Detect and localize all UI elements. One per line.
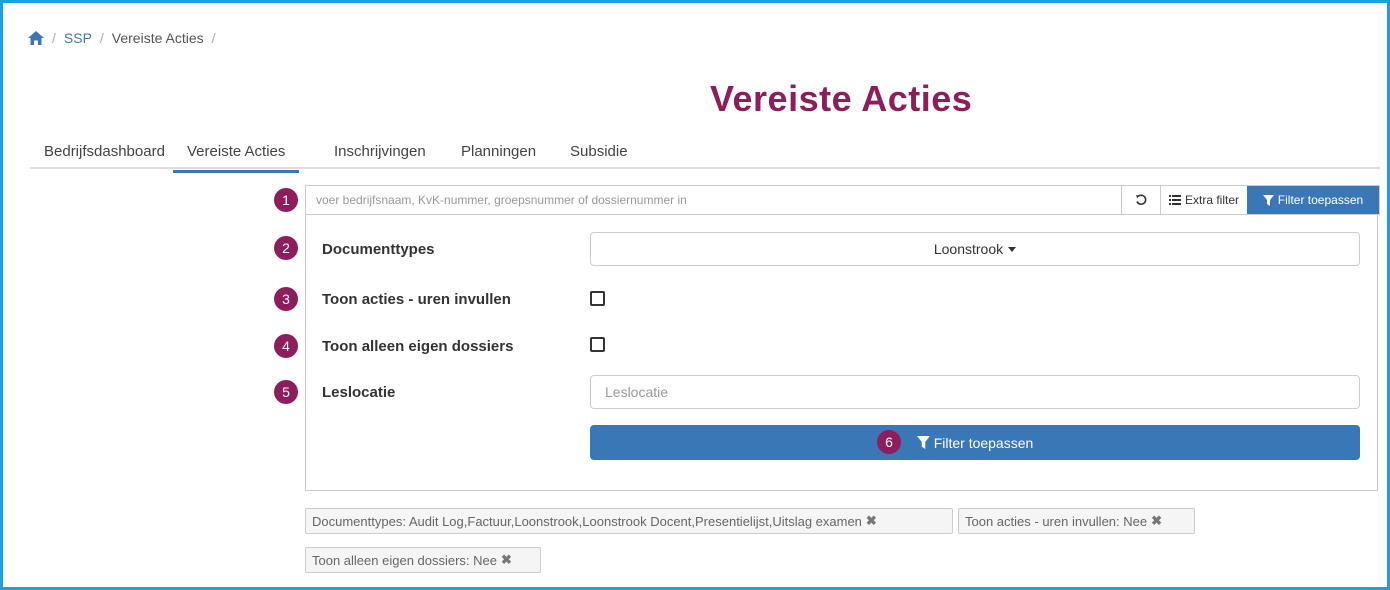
chip-text: Toon acties - uren invullen: Nee (965, 513, 1148, 529)
breadcrumb-separator: / (99, 30, 104, 46)
filter-chip-eigen-dossiers: Toon alleen eigen dossiers: Nee ✖ (305, 547, 541, 573)
search-filter-apply-label: Filter toepassen (1277, 193, 1364, 207)
eigen-dossiers-checkbox[interactable] (590, 337, 605, 352)
search-input[interactable] (306, 186, 1121, 214)
page-title: Vereiste Acties (710, 78, 973, 119)
tab-inschrijvingen[interactable]: Inschrijvingen (334, 143, 426, 172)
chip-text: Documenttypes: Audit Log,Factuur,Loonstr… (312, 513, 862, 529)
step-marker-1: 1 (274, 188, 298, 212)
search-filter-apply-button[interactable]: Filter toepassen (1247, 186, 1379, 214)
search-bar: Extra filter Filter toepassen (305, 185, 1380, 215)
step-marker-4: 4 (274, 334, 298, 358)
eigen-dossiers-label: Toon alleen eigen dossiers (322, 338, 514, 355)
filter-apply-label: Filter toepassen (933, 434, 1034, 451)
step-marker-2: 2 (274, 236, 298, 260)
breadcrumb-ssp[interactable]: SSP (64, 30, 92, 46)
remove-chip-icon[interactable]: ✖ (866, 513, 877, 529)
reset-button[interactable] (1120, 186, 1160, 214)
step-marker-6: 6 (877, 430, 901, 454)
filter-chip-documenttypes: Documenttypes: Audit Log,Factuur,Loonstr… (305, 508, 953, 534)
tab-bar: Bedrijfsdashboard Vereiste Acties Inschr… (30, 135, 1380, 173)
tab-planningen[interactable]: Planningen (461, 143, 536, 172)
remove-chip-icon[interactable]: ✖ (1151, 513, 1162, 529)
undo-icon (1135, 194, 1147, 206)
breadcrumb: / SSP / Vereiste Acties / (28, 30, 216, 46)
tab-vereiste-acties[interactable]: Vereiste Acties (173, 143, 300, 173)
step-marker-3: 3 (274, 287, 298, 311)
step-marker-5: 5 (274, 380, 298, 404)
breadcrumb-separator: / (211, 30, 216, 46)
filter-apply-button[interactable]: Filter toepassen (590, 425, 1360, 460)
filter-icon (1262, 194, 1274, 206)
uren-invullen-checkbox[interactable] (590, 291, 605, 306)
chip-text: Toon alleen eigen dossiers: Nee (312, 552, 498, 568)
caret-down-icon (1008, 246, 1017, 252)
breadcrumb-separator: / (52, 30, 56, 46)
remove-chip-icon[interactable]: ✖ (501, 552, 512, 568)
documenttypes-label: Documenttypes (322, 241, 435, 258)
tab-bedrijfsdashboard[interactable]: Bedrijfsdashboard (44, 143, 165, 172)
leslocatie-input[interactable] (590, 375, 1360, 409)
breadcrumb-current: Vereiste Acties (111, 30, 204, 46)
home-icon[interactable] (28, 31, 44, 45)
documenttypes-select[interactable]: Loonstrook (590, 232, 1360, 266)
filter-chip-uren-invullen: Toon acties - uren invullen: Nee ✖ (958, 508, 1195, 534)
extra-filter-label: Extra filter (1184, 193, 1239, 207)
leslocatie-label: Leslocatie (322, 384, 396, 401)
uren-invullen-label: Toon acties - uren invullen (322, 291, 511, 308)
documenttypes-value: Loonstrook (933, 241, 1004, 257)
list-icon (1168, 195, 1181, 205)
tab-subsidie[interactable]: Subsidie (570, 143, 628, 172)
filter-icon (916, 436, 930, 449)
extra-filter-button[interactable]: Extra filter (1159, 186, 1247, 214)
